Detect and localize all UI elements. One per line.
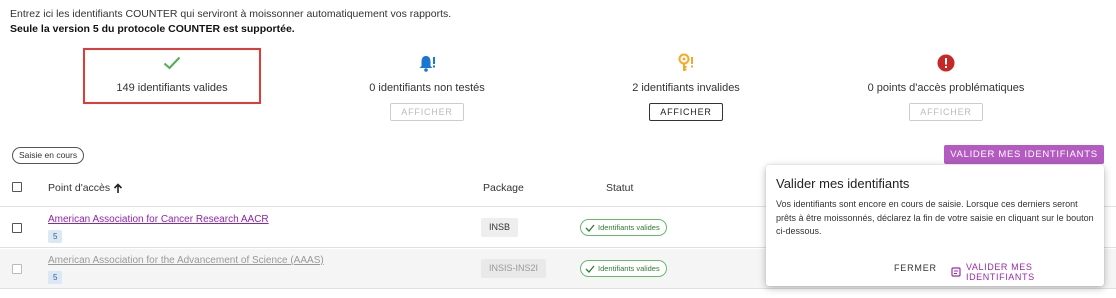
popover-body: Vos identifiants sont encore en cours de…	[776, 199, 1094, 236]
row-checkbox[interactable]	[12, 223, 22, 233]
stat-invalid: 2 identifiants invalides AFFICHER	[596, 52, 776, 121]
check-icon	[585, 265, 595, 273]
access-point-link[interactable]: American Association for the Advancement…	[48, 255, 324, 266]
package-badge: INSIS-INS2I	[481, 259, 547, 278]
sort-access-point[interactable]: Point d'accès	[48, 182, 123, 194]
stat-label: 0 identifiants non testés	[369, 82, 485, 94]
stat-label: 2 identifiants invalides	[632, 82, 740, 94]
status-label: Identifiants valides	[598, 223, 660, 232]
intro-protocol-note: Seule la version 5 du protocole COUNTER …	[10, 23, 295, 35]
validate-credentials-button[interactable]: VALIDER MES IDENTIFIANTS ⌄	[944, 145, 1104, 179]
stat-problematic: 0 points d'accès problématiques AFFICHER	[856, 52, 1036, 121]
status-chip: Saisie en cours	[12, 147, 85, 164]
stat-untested: 0 identifiants non testés AFFICHER	[337, 52, 517, 121]
show-untested-button[interactable]: AFFICHER	[390, 103, 464, 121]
package-badge: INSB	[481, 218, 519, 237]
confirm-validate-button[interactable]: VALIDER MES IDENTIFIANTS	[951, 262, 1104, 282]
check-icon	[585, 224, 595, 232]
popover-title: Valider mes identifiants	[776, 176, 910, 191]
highlight-box	[83, 48, 261, 104]
counter-version-badge: 5	[48, 230, 63, 243]
validate-popover: Valider mes identifiants Vos identifiant…	[766, 165, 1104, 286]
confirm-validate-label: VALIDER MES IDENTIFIANTS	[965, 262, 1035, 282]
access-point-link[interactable]: American Association for Cancer Research…	[48, 214, 269, 225]
intro-text: Entrez ici les identifiants COUNTER qui …	[10, 7, 451, 37]
intro-line: Entrez ici les identifiants COUNTER qui …	[10, 8, 452, 20]
stat-label: 0 points d'accès problématiques	[867, 82, 1025, 94]
select-all-checkbox[interactable]	[12, 182, 22, 192]
status-label: Identifiants valides	[598, 264, 660, 273]
status-badge: Identifiants valides	[580, 260, 667, 277]
counter-version-badge: 5	[48, 271, 63, 284]
row-checkbox[interactable]	[12, 264, 22, 274]
header-status: Statut	[606, 182, 634, 194]
key-alert-icon	[596, 52, 776, 74]
header-access-point: Point d'accès	[48, 182, 111, 194]
show-problematic-button[interactable]: AFFICHER	[909, 103, 983, 121]
error-circle-icon	[856, 52, 1036, 74]
close-button[interactable]: FERMER	[894, 263, 937, 273]
document-check-icon	[951, 267, 961, 277]
validate-credentials-label: VALIDER MES IDENTIFIANTS	[950, 149, 1098, 160]
show-invalid-button[interactable]: AFFICHER	[649, 103, 723, 121]
bell-alert-icon	[337, 52, 517, 74]
arrow-up-icon	[114, 182, 123, 193]
status-badge: Identifiants valides	[580, 219, 667, 236]
header-package: Package	[483, 182, 524, 194]
